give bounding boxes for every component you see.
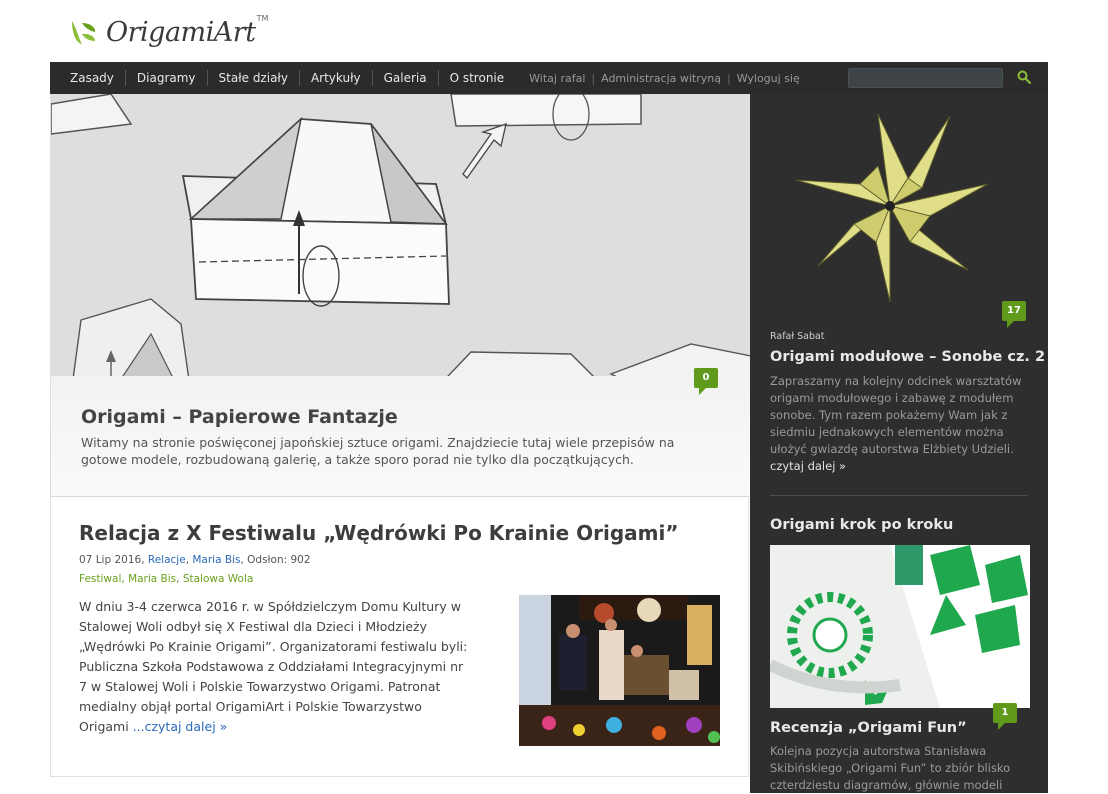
review-title[interactable]: Recenzja „Origami Fun” [770,720,967,736]
divider [770,495,1028,496]
festival-photo [519,595,720,746]
article-body-text: W dniu 3-4 czerwca 2016 r. w Spółdzielcz… [79,599,468,734]
nav-item-o-stronie[interactable]: O stronie [439,70,516,86]
article-excerpt: W dniu 3-4 czerwca 2016 r. w Spółdzielcz… [79,597,469,737]
nav-item-stale-dzialy[interactable]: Stałe działy [208,70,300,86]
main-nav: Zasady Diagramy Stałe działy Artykuły Ga… [50,62,1048,94]
hero-banner[interactable]: 0 Origami – Papierowe Fantazje Witamy na… [50,94,750,496]
review-thumbnail[interactable] [770,545,1030,708]
search-icon[interactable] [1016,69,1032,85]
separator: | [591,71,596,85]
site-logo[interactable]: OrigamiArt TM [68,12,268,52]
featured-title[interactable]: Origami modułowe – Sonobe cz. 2 [770,349,1045,365]
nav-item-artykuly[interactable]: Artykuły [300,70,373,86]
tag-link[interactable]: Festiwal [79,573,121,585]
logo-text: OrigamiArt [106,16,256,48]
article-title[interactable]: Relacja z X Festiwalu „Wędrówki Po Krain… [79,521,679,545]
nav-item-galeria[interactable]: Galeria [373,70,439,86]
comment-count-badge[interactable]: 17 [1002,301,1026,328]
admin-link[interactable]: Administracja witryną [601,72,721,85]
separator: | [726,71,731,85]
featured-text: Zapraszamy na kolejny odcinek warsztatów… [770,374,1022,456]
article-category-link[interactable]: Relacje [148,554,186,566]
origami-diagram-illustration [51,94,750,395]
welcome-text: Witaj rafal [529,71,586,85]
hero-title[interactable]: Origami – Papierowe Fantazje [81,406,398,428]
search-input[interactable] [848,68,1003,88]
featured-read-more-link[interactable]: czytaj dalej » [770,459,846,473]
hero-description: Witamy na stronie poświęconej japońskiej… [81,435,675,467]
nav-item-zasady[interactable]: Zasady [50,70,126,86]
book-photo [770,545,1030,708]
logo-leaf-icon [72,21,96,44]
review-excerpt: Kolejna pozycja autorstwa Stanisława Ski… [770,744,1011,792]
article-tags: Festiwal, Maria Bis, Stalowa Wola [79,573,254,585]
tag-link[interactable]: Maria Bis [128,573,176,585]
tag-link[interactable]: Stalowa Wola [183,573,253,585]
article-card: Relacja z X Festiwalu „Wędrówki Po Krain… [50,496,749,777]
comment-count-badge[interactable]: 1 [993,703,1017,730]
read-more-link[interactable]: ...czytaj dalej » [133,719,228,734]
hero-caption: 0 Origami – Papierowe Fantazje Witamy na… [51,368,750,496]
logout-link[interactable]: Wyloguj się [737,72,800,85]
section-heading: Origami krok po kroku [770,517,954,533]
article-author-link[interactable]: Maria Bis [192,554,240,566]
logo-trademark: TM [256,13,269,23]
comment-count-badge[interactable]: 0 [694,368,718,395]
article-date: 07 Lip 2016 [79,554,142,566]
article-views: Odsłon: 902 [247,554,311,566]
featured-excerpt: Zapraszamy na kolejny odcinek warsztatów… [770,373,1032,475]
article-thumbnail[interactable] [519,595,720,746]
user-menu: Witaj rafal | Administracja witryną | Wy… [529,72,800,85]
article-meta: 07 Lip 2016, Relacje, Maria Bis, Odsłon:… [79,554,311,566]
sidebar: 17 Rafał Sabat Origami modułowe – Sonobe… [750,94,1048,793]
nav-item-diagramy[interactable]: Diagramy [126,70,208,86]
featured-author: Rafał Sabat [770,331,825,342]
sonobe-star-image[interactable] [790,106,990,306]
